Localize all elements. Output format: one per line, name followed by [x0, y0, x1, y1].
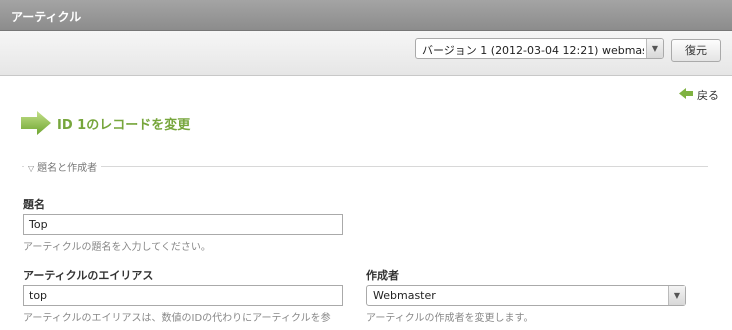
version-select-value: バージョン 1 (2012-03-04 12:21) webmaster	[422, 44, 644, 57]
section-legend-label: 題名と作成者	[37, 163, 98, 174]
author-select-value: Webmaster	[373, 289, 436, 302]
alias-field-hint: アーティクルのエイリアスは、数値のIDの代わりにアーティクルを参	[23, 313, 331, 324]
title-field-label: 題名	[23, 198, 45, 211]
title-input[interactable]: Top	[23, 214, 343, 235]
window-titlebar: アーティクル	[0, 0, 732, 31]
triangle-down-icon: ▽	[28, 164, 35, 173]
section-legend[interactable]: ▽ 題名と作成者	[24, 159, 102, 174]
section-divider	[22, 166, 708, 167]
right-arrow-icon	[21, 111, 51, 135]
window-title: アーティクル	[11, 10, 82, 24]
alias-field-label: アーティクルのエイリアス	[23, 269, 154, 282]
author-select[interactable]: Webmaster ▼	[366, 285, 686, 306]
toolbar: バージョン 1 (2012-03-04 12:21) webmaster ▼ 復…	[0, 31, 732, 76]
author-field-hint: アーティクルの作成者を変更します。	[366, 313, 534, 324]
chevron-down-icon: ▼	[646, 39, 663, 58]
title-field-hint: アーティクルの題名を入力してください。	[23, 242, 211, 253]
restore-button[interactable]: 復元	[671, 39, 721, 62]
author-field-label: 作成者	[366, 269, 399, 282]
left-arrow-icon	[679, 88, 693, 99]
page-title: ID 1のレコードを変更	[57, 118, 191, 133]
chevron-down-icon: ▼	[668, 286, 685, 305]
alias-input[interactable]: top	[23, 285, 343, 306]
version-select[interactable]: バージョン 1 (2012-03-04 12:21) webmaster ▼	[415, 38, 664, 59]
back-link-label: 戻る	[697, 89, 719, 102]
